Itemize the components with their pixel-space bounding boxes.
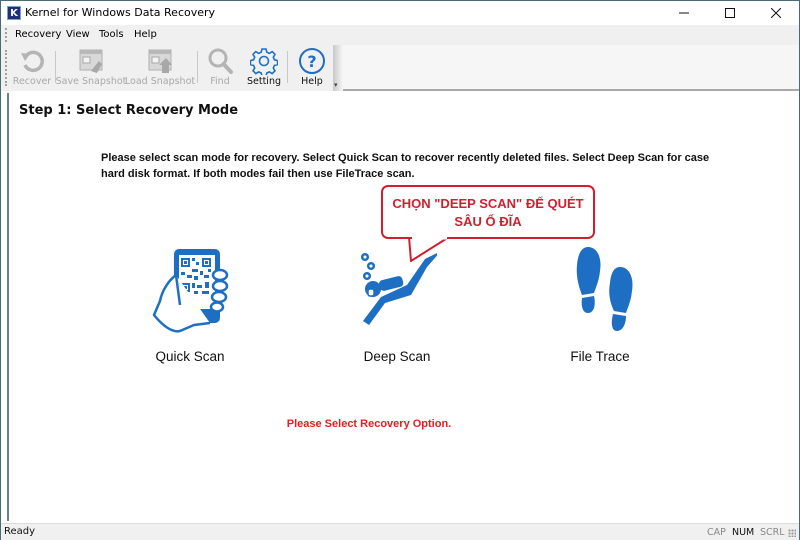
resize-grip[interactable] xyxy=(788,529,796,537)
menu-view[interactable]: View xyxy=(66,29,90,40)
maximize-icon xyxy=(725,8,735,18)
main-panel: Step 1: Select Recovery Mode Please sele… xyxy=(7,93,797,521)
save-snapshot-label: Save Snapshot xyxy=(55,76,127,87)
find-button[interactable]: Find xyxy=(204,47,236,89)
title-bar: K Kernel for Windows Data Recovery xyxy=(1,1,799,25)
recover-icon xyxy=(21,50,44,73)
minimize-icon xyxy=(679,12,689,14)
app-logo-icon: K xyxy=(7,6,21,20)
close-icon xyxy=(771,8,781,18)
help-button[interactable]: ? Help xyxy=(295,47,329,89)
gear-icon xyxy=(250,48,278,75)
status-bar: Ready CAP NUM SCRL xyxy=(1,523,799,540)
toolbar-separator xyxy=(287,51,288,83)
deep-scan-label: Deep Scan xyxy=(363,349,431,364)
help-icon: ? xyxy=(299,48,325,74)
status-text: Ready xyxy=(4,526,36,537)
toolbar-overflow-button[interactable]: ▾ xyxy=(334,81,341,89)
page-title: Step 1: Select Recovery Mode xyxy=(19,103,239,118)
minimize-button[interactable] xyxy=(661,1,707,25)
load-snapshot-button[interactable]: Load Snapshot xyxy=(124,47,196,89)
quick-scan-option[interactable]: Quick Scan xyxy=(130,245,250,365)
toolbar-strip: Recover Save Snapshot Load Snapshot Find… xyxy=(1,45,341,91)
toolbar-separator xyxy=(197,51,198,83)
deep-scan-option[interactable]: Deep Scan xyxy=(337,245,457,365)
menu-grip[interactable] xyxy=(5,28,7,42)
setting-button[interactable]: Setting xyxy=(245,47,283,89)
maximize-button[interactable] xyxy=(707,1,753,25)
file-trace-label: File Trace xyxy=(570,349,630,364)
callout-annotation: CHỌN "DEEP SCAN" ĐỂ QUÉT SÂU Ổ ĐĨA xyxy=(381,185,595,239)
menu-bar: Recovery View Tools Help xyxy=(1,25,799,45)
app-window: K Kernel for Windows Data Recovery Recov… xyxy=(0,0,800,540)
instructions-text: Please select scan mode for recovery. Se… xyxy=(101,152,710,180)
help-label: Help xyxy=(301,76,323,87)
footprints-icon xyxy=(576,247,633,331)
find-label: Find xyxy=(210,76,230,87)
search-icon xyxy=(208,48,233,74)
svg-text:?: ? xyxy=(307,52,316,71)
menu-tools[interactable]: Tools xyxy=(99,29,124,40)
scuba-diver-icon xyxy=(360,252,437,325)
callout-line-2: SÂU Ổ ĐĨA xyxy=(454,214,522,229)
recover-label: Recover xyxy=(12,76,52,87)
quick-scan-label: Quick Scan xyxy=(155,349,225,364)
scrl-indicator: SCRL xyxy=(760,527,785,538)
load-snapshot-label: Load Snapshot xyxy=(124,76,196,87)
save-snapshot-icon xyxy=(79,49,103,73)
menu-recovery[interactable]: Recovery xyxy=(15,29,61,40)
num-indicator: NUM xyxy=(732,527,755,538)
save-snapshot-button[interactable]: Save Snapshot xyxy=(56,47,126,89)
window-title: Kernel for Windows Data Recovery xyxy=(25,6,216,19)
callout-line-1: CHỌN "DEEP SCAN" ĐỂ QUÉT xyxy=(392,196,584,211)
cap-indicator: CAP xyxy=(707,527,726,538)
callout-tail-cover xyxy=(412,236,447,240)
menu-help[interactable]: Help xyxy=(134,29,157,40)
selection-prompt: Please Select Recovery Option. xyxy=(286,418,452,430)
setting-label: Setting xyxy=(246,76,281,87)
file-trace-option[interactable]: File Trace xyxy=(540,245,660,365)
recover-button[interactable]: Recover xyxy=(11,47,53,89)
toolbar: Recover Save Snapshot Load Snapshot Find… xyxy=(1,45,799,124)
load-snapshot-icon xyxy=(148,49,172,73)
phone-qr-icon xyxy=(152,249,229,333)
toolbar-grip[interactable] xyxy=(5,50,7,86)
close-button[interactable] xyxy=(753,1,799,25)
callout-text: CHỌN "DEEP SCAN" ĐỂ QUÉT SÂU Ổ ĐĨA xyxy=(383,195,593,231)
